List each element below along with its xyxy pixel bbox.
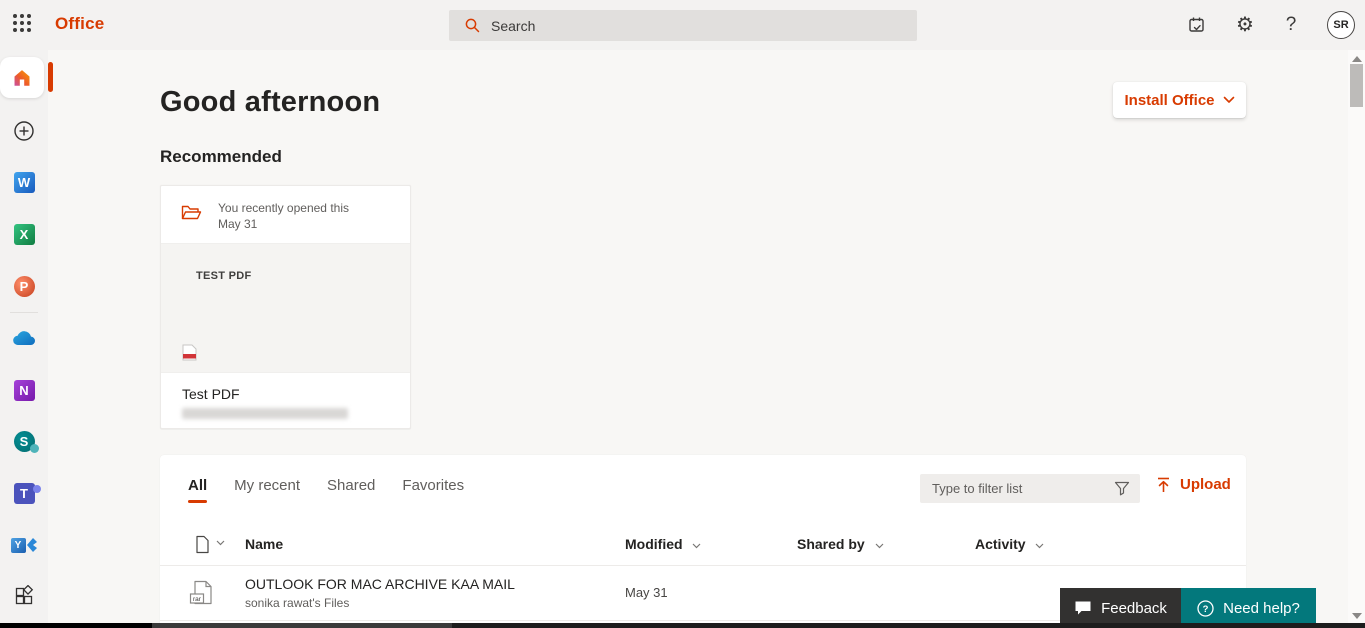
- app-rail: W X P N S T Y: [0, 50, 53, 628]
- help-question-icon[interactable]: ?: [1277, 11, 1305, 39]
- sidebar-item-create[interactable]: [0, 113, 48, 149]
- need-help-button[interactable]: ? Need help?: [1181, 588, 1316, 628]
- chevron-down-icon: [216, 540, 225, 546]
- app-launcher-icon[interactable]: [11, 12, 37, 38]
- onedrive-icon: [13, 331, 36, 346]
- excel-icon: X: [13, 223, 35, 245]
- svg-text:rar: rar: [193, 596, 202, 603]
- pdf-file-icon: [182, 344, 197, 361]
- sidebar-item-excel[interactable]: X: [0, 216, 48, 252]
- vertical-scrollbar[interactable]: [1348, 50, 1365, 628]
- card-file-title: Test PDF: [182, 386, 240, 402]
- my-day-icon[interactable]: [1183, 11, 1211, 39]
- filter-funnel-icon: [1114, 481, 1130, 496]
- card-activity-line1: You recently opened this: [218, 201, 349, 215]
- column-header-name[interactable]: Name: [245, 536, 283, 552]
- search-bar[interactable]: [449, 10, 917, 41]
- scrollbar-up-arrow[interactable]: [1352, 56, 1362, 62]
- tab-shared[interactable]: Shared: [327, 477, 375, 503]
- column-header-activity[interactable]: Activity: [975, 536, 1044, 552]
- file-name: OUTLOOK FOR MAC ARCHIVE KAA MAIL: [245, 576, 515, 592]
- main-content: Good afternoon Install Office Recommende…: [48, 50, 1348, 628]
- sidebar-item-teams[interactable]: T: [0, 475, 48, 511]
- active-app-indicator: [48, 62, 53, 92]
- scrollbar-thumb[interactable]: [1350, 64, 1363, 107]
- file-location: sonika rawat's Files: [245, 596, 350, 610]
- powerpoint-icon: P: [13, 275, 35, 297]
- sidebar-item-yammer[interactable]: Y: [0, 527, 48, 563]
- recommended-heading: Recommended: [160, 147, 282, 166]
- search-icon: [465, 18, 480, 33]
- card-thumbnail: TEST PDF: [161, 243, 410, 373]
- greeting-heading: Good afternoon: [160, 86, 381, 118]
- files-table-header: Name Modified Shared by Activity: [160, 527, 1246, 565]
- svg-text:?: ?: [1203, 604, 1209, 615]
- sidebar-item-onedrive[interactable]: [0, 320, 48, 356]
- card-activity-line2: May 31: [218, 217, 258, 231]
- files-tabs: All My recent Shared Favorites: [188, 477, 464, 503]
- tab-all[interactable]: All: [188, 477, 208, 503]
- tab-favorites[interactable]: Favorites: [402, 477, 464, 503]
- rail-divider: [10, 312, 38, 313]
- plus-icon: [14, 121, 34, 141]
- teams-icon: T: [13, 482, 41, 504]
- chevron-down-icon: [693, 543, 701, 549]
- scrollbar-down-arrow[interactable]: [1352, 613, 1362, 619]
- sidebar-item-word[interactable]: W: [0, 164, 48, 200]
- all-apps-icon: [15, 585, 34, 605]
- file-modified-date: May 31: [625, 585, 668, 600]
- tab-my-recent[interactable]: My recent: [234, 477, 300, 503]
- settings-gear-icon[interactable]: ⚙: [1231, 11, 1259, 39]
- taskbar-edge: [0, 623, 1365, 628]
- feedback-bubble-icon: [1075, 601, 1091, 615]
- column-header-modified[interactable]: Modified: [625, 536, 701, 552]
- column-header-shared-by[interactable]: Shared by: [797, 536, 884, 552]
- upload-button[interactable]: Upload: [1156, 476, 1231, 493]
- sidebar-item-sharepoint[interactable]: S: [0, 423, 48, 459]
- thumbnail-title-text: TEST PDF: [196, 270, 252, 282]
- account-avatar[interactable]: SR: [1327, 11, 1355, 39]
- word-icon: W: [13, 171, 35, 193]
- card-file-subtitle-redacted: [182, 408, 348, 419]
- sharepoint-icon: S: [13, 430, 39, 453]
- filter-input[interactable]: [932, 481, 1114, 496]
- feedback-button[interactable]: Feedback: [1060, 588, 1181, 628]
- office-logo[interactable]: Office: [55, 14, 104, 34]
- help-circle-icon: ?: [1197, 599, 1214, 617]
- filter-box[interactable]: [920, 474, 1140, 503]
- onenote-icon: N: [13, 379, 35, 401]
- folder-open-icon: [181, 205, 202, 220]
- install-office-button[interactable]: Install Office: [1113, 82, 1246, 118]
- upload-icon: [1158, 477, 1169, 492]
- search-input[interactable]: [491, 17, 871, 34]
- chevron-down-icon: [875, 543, 884, 549]
- sidebar-item-home[interactable]: [0, 57, 44, 98]
- file-type-column-icon[interactable]: [195, 535, 210, 554]
- top-bar: Office ⚙ ? SR: [0, 0, 1365, 50]
- home-icon: [14, 69, 30, 86]
- card-activity-header: You recently opened this May 31: [161, 186, 410, 243]
- chevron-down-icon: [1036, 543, 1044, 549]
- yammer-icon: Y: [10, 536, 38, 554]
- recommended-card[interactable]: You recently opened this May 31 TEST PDF…: [160, 185, 411, 429]
- sidebar-item-powerpoint[interactable]: P: [0, 268, 48, 304]
- chevron-down-icon: [1223, 96, 1234, 103]
- sidebar-item-onenote[interactable]: N: [0, 372, 48, 408]
- sidebar-item-all-apps[interactable]: [0, 578, 48, 614]
- rar-file-icon: rar: [189, 580, 212, 605]
